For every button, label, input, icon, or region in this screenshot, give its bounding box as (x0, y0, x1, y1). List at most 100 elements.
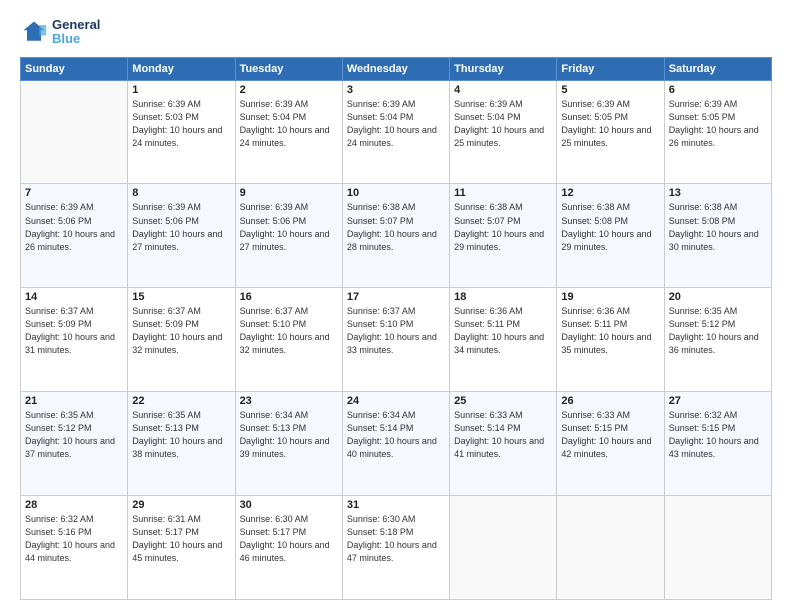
calendar-cell: 24Sunrise: 6:34 AMSunset: 5:14 PMDayligh… (342, 392, 449, 496)
day-number: 16 (240, 291, 338, 303)
calendar-cell: 11 Sunrise: 6:38 AMSunset: 5:07 PMDayligh… (450, 184, 557, 288)
page: General Blue SundayMondayTuesdayWednesda… (0, 0, 792, 612)
day-number: 22 (132, 395, 230, 407)
calendar-week-1: 1 Sunrise: 6:39 AMSunset: 5:03 PMDaylight… (21, 80, 772, 184)
day-info: Sunrise: 6:39 AMSunset: 5:06 PMDaylight:… (240, 201, 338, 253)
day-number: 13 (669, 187, 767, 199)
day-info: Sunrise: 6:30 AMSunset: 5:17 PMDaylight:… (240, 513, 338, 565)
calendar-cell: 5Sunrise: 6:39 AMSunset: 5:05 PMDaylight… (557, 80, 664, 184)
day-info: Sunrise: 6:38 AMSunset: 5:07 PMDaylight:… (454, 201, 552, 253)
calendar-cell: 15Sunrise: 6:37 AMSunset: 5:09 PMDayligh… (128, 288, 235, 392)
calendar-cell: 12 Sunrise: 6:38 AMSunset: 5:08 PMDayligh… (557, 184, 664, 288)
calendar-cell: 18 Sunrise: 6:36 AMSunset: 5:11 PMDayligh… (450, 288, 557, 392)
calendar-cell: 20Sunrise: 6:35 AMSunset: 5:12 PMDayligh… (664, 288, 771, 392)
day-info: Sunrise: 6:35 AMSunset: 5:12 PMDaylight:… (25, 409, 123, 461)
weekday-header-saturday: Saturday (664, 57, 771, 80)
day-number: 1 (132, 84, 230, 96)
day-number: 7 (25, 187, 123, 199)
calendar-cell: 29Sunrise: 6:31 AMSunset: 5:17 PMDayligh… (128, 496, 235, 600)
day-number: 30 (240, 499, 338, 511)
day-info: Sunrise: 6:36 AMSunset: 5:11 PMDaylight:… (454, 305, 552, 357)
calendar-cell (21, 80, 128, 184)
calendar-cell: 1 Sunrise: 6:39 AMSunset: 5:03 PMDaylight… (128, 80, 235, 184)
calendar-cell: 30 Sunrise: 6:30 AMSunset: 5:17 PMDayligh… (235, 496, 342, 600)
calendar-week-5: 28Sunrise: 6:32 AMSunset: 5:16 PMDayligh… (21, 496, 772, 600)
day-info: Sunrise: 6:39 AMSunset: 5:05 PMDaylight:… (561, 98, 659, 150)
calendar-cell: 22 Sunrise: 6:35 AMSunset: 5:13 PMDayligh… (128, 392, 235, 496)
day-info: Sunrise: 6:39 AMSunset: 5:06 PMDaylight:… (132, 201, 230, 253)
calendar-week-4: 21 Sunrise: 6:35 AMSunset: 5:12 PMDayligh… (21, 392, 772, 496)
day-number: 12 (561, 187, 659, 199)
calendar-cell: 16Sunrise: 6:37 AMSunset: 5:10 PMDayligh… (235, 288, 342, 392)
calendar-cell: 26 Sunrise: 6:33 AMSunset: 5:15 PMDayligh… (557, 392, 664, 496)
day-number: 23 (240, 395, 338, 407)
calendar-week-2: 7 Sunrise: 6:39 AMSunset: 5:06 PMDaylight… (21, 184, 772, 288)
day-info: Sunrise: 6:35 AMSunset: 5:13 PMDaylight:… (132, 409, 230, 461)
day-info: Sunrise: 6:39 AMSunset: 5:04 PMDaylight:… (240, 98, 338, 150)
weekday-header-thursday: Thursday (450, 57, 557, 80)
calendar-table: SundayMondayTuesdayWednesdayThursdayFrid… (20, 57, 772, 600)
day-info: Sunrise: 6:37 AMSunset: 5:10 PMDaylight:… (347, 305, 445, 357)
weekday-header-wednesday: Wednesday (342, 57, 449, 80)
day-number: 31 (347, 499, 445, 511)
calendar-cell (557, 496, 664, 600)
day-number: 17 (347, 291, 445, 303)
calendar-cell: 14 Sunrise: 6:37 AMSunset: 5:09 PMDayligh… (21, 288, 128, 392)
day-number: 6 (669, 84, 767, 96)
day-number: 9 (240, 187, 338, 199)
day-number: 18 (454, 291, 552, 303)
calendar-body: 1 Sunrise: 6:39 AMSunset: 5:03 PMDaylight… (21, 80, 772, 599)
day-info: Sunrise: 6:30 AMSunset: 5:18 PMDaylight:… (347, 513, 445, 565)
calendar-cell: 9 Sunrise: 6:39 AMSunset: 5:06 PMDaylight… (235, 184, 342, 288)
day-number: 26 (561, 395, 659, 407)
logo-icon (20, 18, 48, 46)
day-number: 11 (454, 187, 552, 199)
logo: General Blue (20, 18, 100, 47)
day-info: Sunrise: 6:34 AMSunset: 5:14 PMDaylight:… (347, 409, 445, 461)
day-number: 21 (25, 395, 123, 407)
weekday-header-friday: Friday (557, 57, 664, 80)
calendar-cell: 8Sunrise: 6:39 AMSunset: 5:06 PMDaylight… (128, 184, 235, 288)
calendar-cell: 17 Sunrise: 6:37 AMSunset: 5:10 PMDayligh… (342, 288, 449, 392)
day-number: 25 (454, 395, 552, 407)
calendar-cell (450, 496, 557, 600)
day-info: Sunrise: 6:33 AMSunset: 5:15 PMDaylight:… (561, 409, 659, 461)
day-info: Sunrise: 6:38 AMSunset: 5:08 PMDaylight:… (561, 201, 659, 253)
calendar-cell: 13 Sunrise: 6:38 AMSunset: 5:08 PMDayligh… (664, 184, 771, 288)
day-info: Sunrise: 6:37 AMSunset: 5:09 PMDaylight:… (25, 305, 123, 357)
day-info: Sunrise: 6:39 AMSunset: 5:05 PMDaylight:… (669, 98, 767, 150)
calendar-week-3: 14 Sunrise: 6:37 AMSunset: 5:09 PMDayligh… (21, 288, 772, 392)
day-info: Sunrise: 6:31 AMSunset: 5:17 PMDaylight:… (132, 513, 230, 565)
day-info: Sunrise: 6:39 AMSunset: 5:04 PMDaylight:… (347, 98, 445, 150)
logo-text: General Blue (52, 18, 100, 47)
day-number: 2 (240, 84, 338, 96)
day-info: Sunrise: 6:38 AMSunset: 5:08 PMDaylight:… (669, 201, 767, 253)
calendar-cell: 4Sunrise: 6:39 AMSunset: 5:04 PMDaylight… (450, 80, 557, 184)
weekday-header-tuesday: Tuesday (235, 57, 342, 80)
weekday-header-sunday: Sunday (21, 57, 128, 80)
calendar-cell: 3Sunrise: 6:39 AMSunset: 5:04 PMDaylight… (342, 80, 449, 184)
calendar-cell: 21 Sunrise: 6:35 AMSunset: 5:12 PMDayligh… (21, 392, 128, 496)
day-info: Sunrise: 6:36 AMSunset: 5:11 PMDaylight:… (561, 305, 659, 357)
calendar-cell: 2 Sunrise: 6:39 AMSunset: 5:04 PMDaylight… (235, 80, 342, 184)
header: General Blue (20, 18, 772, 47)
day-info: Sunrise: 6:39 AMSunset: 5:03 PMDaylight:… (132, 98, 230, 150)
calendar-cell: 19Sunrise: 6:36 AMSunset: 5:11 PMDayligh… (557, 288, 664, 392)
day-number: 4 (454, 84, 552, 96)
day-number: 20 (669, 291, 767, 303)
weekday-header-monday: Monday (128, 57, 235, 80)
weekday-header-row: SundayMondayTuesdayWednesdayThursdayFrid… (21, 57, 772, 80)
day-number: 10 (347, 187, 445, 199)
calendar-cell (664, 496, 771, 600)
day-number: 15 (132, 291, 230, 303)
day-info: Sunrise: 6:32 AMSunset: 5:15 PMDaylight:… (669, 409, 767, 461)
day-number: 14 (25, 291, 123, 303)
day-number: 27 (669, 395, 767, 407)
day-info: Sunrise: 6:38 AMSunset: 5:07 PMDaylight:… (347, 201, 445, 253)
calendar-cell: 31 Sunrise: 6:30 AMSunset: 5:18 PMDayligh… (342, 496, 449, 600)
calendar-cell: 23Sunrise: 6:34 AMSunset: 5:13 PMDayligh… (235, 392, 342, 496)
day-number: 28 (25, 499, 123, 511)
day-info: Sunrise: 6:33 AMSunset: 5:14 PMDaylight:… (454, 409, 552, 461)
calendar-cell: 7Sunrise: 6:39 AMSunset: 5:06 PMDaylight… (21, 184, 128, 288)
calendar-cell: 27 Sunrise: 6:32 AMSunset: 5:15 PMDayligh… (664, 392, 771, 496)
